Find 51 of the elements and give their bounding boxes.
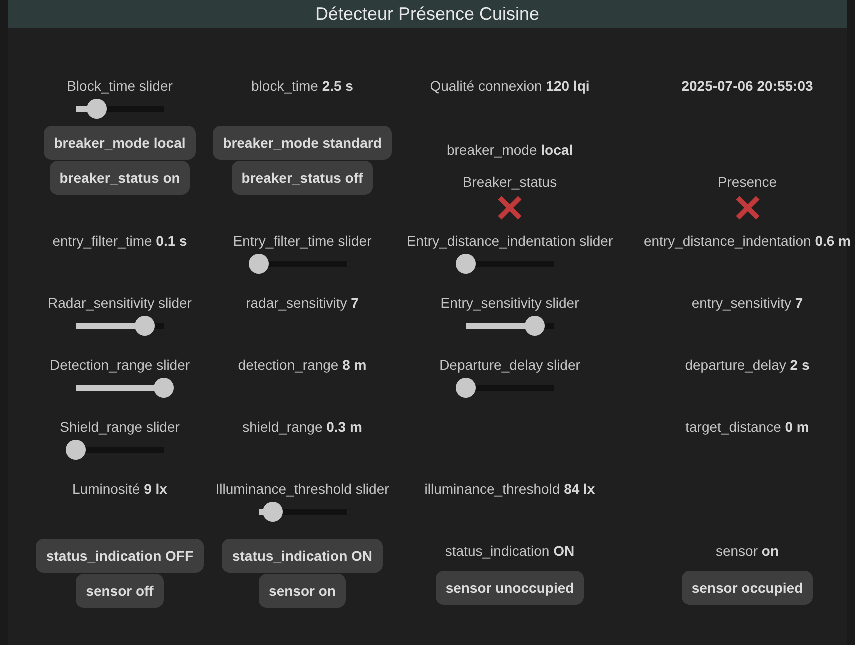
status-label: Presence (718, 173, 778, 192)
slider-thumb[interactable] (66, 440, 86, 460)
sensor-reading: Luminosité 9 lx (72, 480, 168, 499)
sensor-reading: radar_sensitivity 7 (246, 294, 359, 313)
action-button[interactable]: sensor off (76, 574, 164, 608)
slider-label: Detection_range slider (50, 356, 190, 375)
sensor-reading: target_distance 0 m (686, 418, 810, 437)
sensor-reading: detection_range 8 m (238, 356, 367, 375)
slider-thumb[interactable] (524, 316, 545, 336)
sensor-reading: entry_sensitivity 7 (692, 294, 804, 313)
slider-thumb[interactable] (456, 378, 476, 398)
action-button[interactable]: sensor occupied (682, 571, 814, 605)
slider-label: Entry_filter_time slider (233, 232, 372, 251)
action-button[interactable]: breaker_status on (50, 161, 190, 195)
slider-thumb[interactable] (87, 99, 108, 119)
slider-thumb[interactable] (154, 378, 174, 398)
action-button[interactable]: sensor unoccupied (436, 571, 584, 605)
sensor-reading: illuminance_threshold 84 lx (424, 480, 596, 499)
sensor-reading: departure_delay 2 s (685, 356, 810, 375)
slider-label: Entry_distance_indentation slider (406, 232, 614, 251)
action-button[interactable]: status_indication OFF (36, 539, 204, 573)
status-label: Breaker_status (462, 173, 558, 192)
slider-fill (258, 509, 264, 515)
slider-label: Departure_delay slider (440, 356, 580, 375)
sensor-reading: entry_filter_time 0.1 s (52, 232, 188, 251)
slider-label: Entry_sensitivity slider (440, 294, 580, 313)
sensor-reading: shield_range 0.3 m (242, 418, 362, 437)
slider-label: Block_time slider (67, 77, 173, 96)
sensor-reading: sensor on (716, 542, 780, 561)
slider-fill (466, 323, 525, 329)
sensor-reading: block_time 2.5 s (252, 77, 354, 96)
action-button[interactable]: sensor on (259, 574, 346, 608)
sensor-reading: 2025-07-06 20:55:03 (682, 77, 814, 96)
slider-thumb[interactable] (248, 254, 268, 274)
sensor-reading: entry_distance_indentation 0.6 m (644, 232, 852, 251)
sensor-reading: status_indication ON (445, 542, 575, 561)
slider-label: Radar_sensitivity slider (48, 294, 192, 313)
slider-label: Illuminance_threshold slider (216, 480, 390, 499)
slider-label: Shield_range slider (60, 418, 180, 437)
action-button[interactable]: breaker_status off (232, 161, 374, 195)
action-button[interactable]: breaker_mode local (44, 126, 196, 160)
sensor-reading: Qualité connexion 120 lqi (430, 77, 590, 96)
action-button[interactable]: status_indication ON (222, 539, 383, 573)
slider-fill (76, 106, 88, 112)
slider-thumb[interactable] (134, 316, 155, 336)
slider-fill (76, 323, 135, 329)
slider-thumb[interactable] (456, 254, 476, 274)
sensor-reading: breaker_mode local (446, 141, 574, 160)
slider-thumb[interactable] (263, 502, 284, 522)
action-button[interactable]: breaker_mode standard (213, 126, 392, 160)
window-title: Détecteur Présence Cuisine (8, 0, 847, 28)
